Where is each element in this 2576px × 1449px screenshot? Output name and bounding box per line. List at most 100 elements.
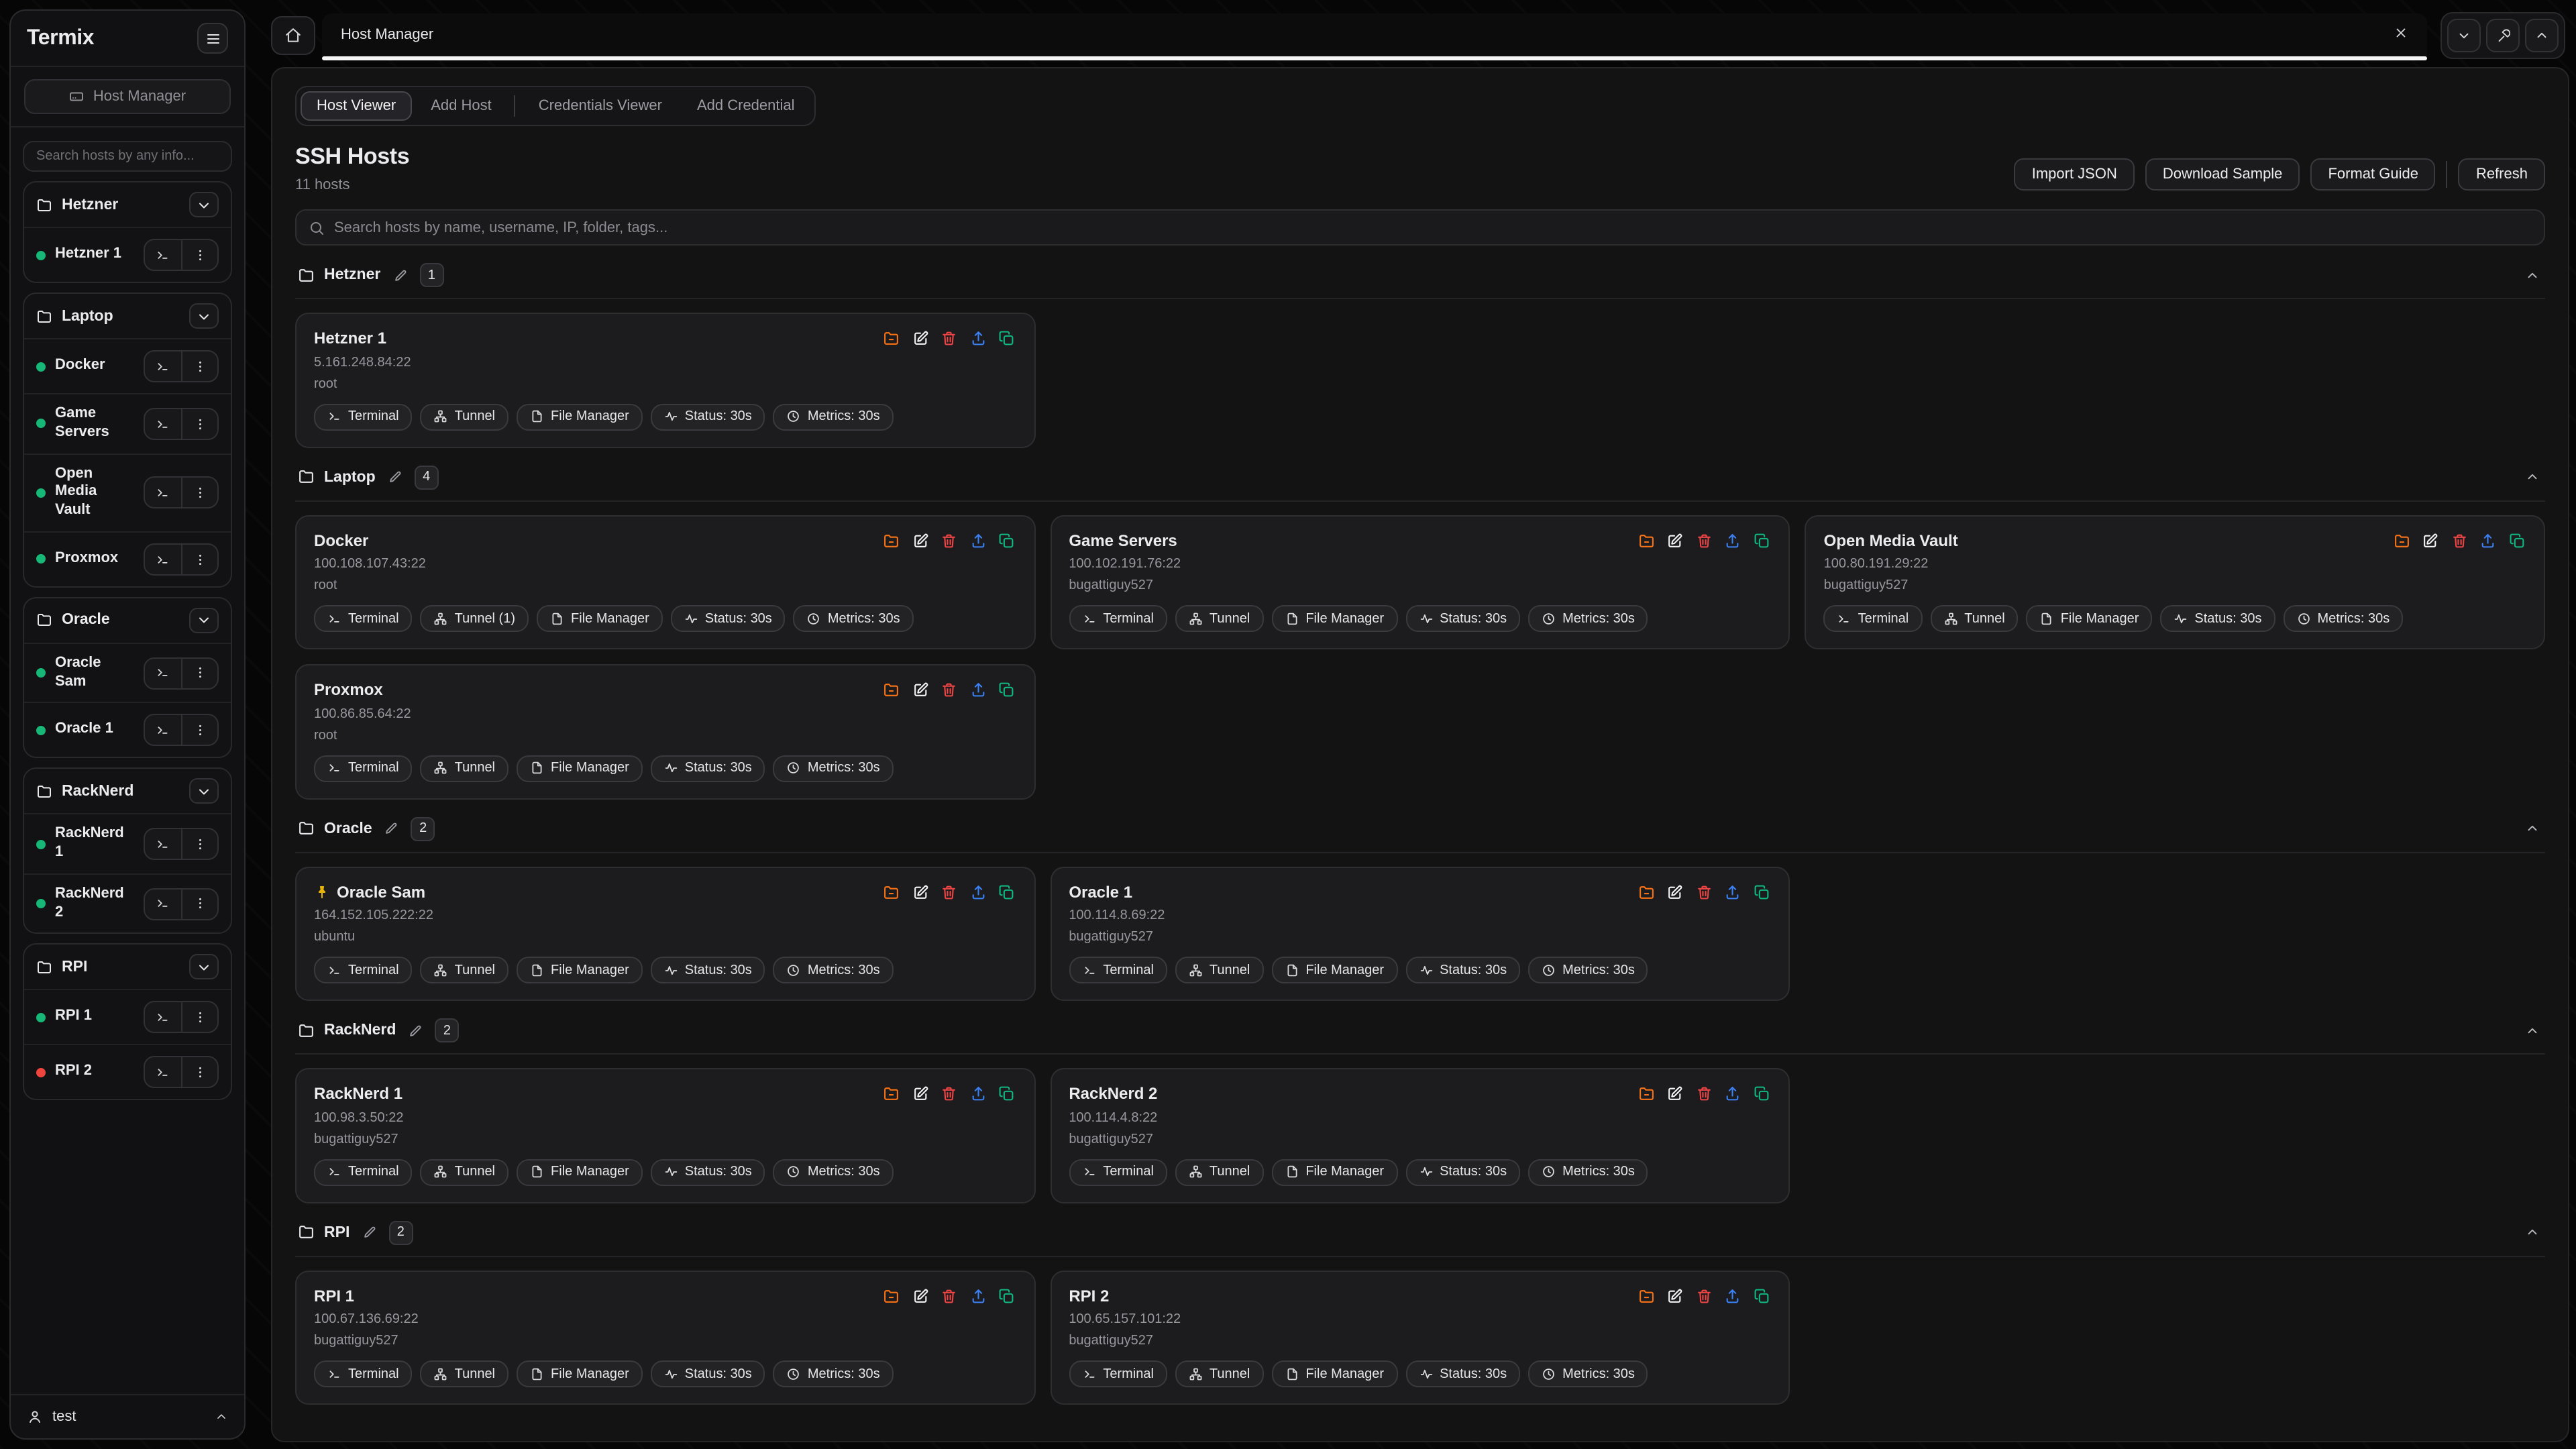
tab-credentials-viewer[interactable]: Credentials Viewer	[523, 91, 678, 121]
host-card-docker[interactable]: Docker 100.108.107.43:22 root TerminalTu…	[295, 515, 1035, 649]
close-tab-button[interactable]	[2388, 20, 2414, 50]
chip-terminal[interactable]: Terminal	[1069, 957, 1167, 983]
sidebar-host-proxmox[interactable]: Proxmox	[24, 531, 231, 586]
chip-terminal[interactable]: Terminal	[1069, 605, 1167, 632]
edit-host-button[interactable]	[910, 680, 930, 700]
chip-file[interactable]: File Manager	[2027, 605, 2153, 632]
remove-from-folder-button[interactable]	[1637, 1084, 1656, 1104]
host-menu-button[interactable]	[181, 545, 217, 574]
edit-host-button[interactable]	[910, 1286, 930, 1305]
folder-edit-button[interactable]	[359, 1222, 379, 1242]
host-menu-button[interactable]	[181, 658, 217, 688]
chip-file[interactable]: File Manager	[1271, 1159, 1397, 1185]
refresh-button[interactable]: Refresh	[2459, 158, 2545, 191]
chip-terminal[interactable]: Terminal	[314, 403, 413, 430]
export-host-button[interactable]	[1723, 1084, 1743, 1104]
host-terminal-button[interactable]	[145, 240, 181, 270]
chip-tunnel[interactable]: Tunnel	[421, 957, 508, 983]
chip-terminal[interactable]: Terminal	[314, 1360, 413, 1387]
hamburger-menu-button[interactable]	[197, 23, 228, 54]
group-collapse-button[interactable]	[189, 779, 219, 804]
chip-status[interactable]: Status: 30s	[1405, 1159, 1520, 1185]
chip-terminal[interactable]: Terminal	[314, 755, 413, 782]
edit-host-button[interactable]	[2420, 531, 2440, 550]
edit-host-button[interactable]	[1666, 1286, 1685, 1305]
delete-host-button[interactable]	[939, 680, 959, 700]
chip-metrics[interactable]: Metrics: 30s	[773, 957, 894, 983]
duplicate-host-button[interactable]	[1752, 882, 1772, 902]
host-card-hetzner-1[interactable]: Hetzner 1 5.161.248.84:22 root TerminalT…	[295, 313, 1035, 447]
host-menu-button[interactable]	[181, 240, 217, 270]
export-host-button[interactable]	[2478, 531, 2498, 550]
host-card-game-servers[interactable]: Game Servers 100.102.191.76:22 bugattigu…	[1050, 515, 1790, 649]
chip-file[interactable]: File Manager	[1271, 605, 1397, 632]
remove-from-folder-button[interactable]	[881, 680, 901, 700]
chip-status[interactable]: Status: 30s	[1405, 605, 1520, 632]
export-host-button[interactable]	[1723, 1286, 1743, 1305]
download-sample-button[interactable]: Download Sample	[2145, 158, 2300, 191]
chip-metrics[interactable]: Metrics: 30s	[773, 1159, 894, 1185]
chip-status[interactable]: Status: 30s	[651, 755, 765, 782]
chip-file[interactable]: File Manager	[517, 1159, 643, 1185]
group-collapse-button[interactable]	[189, 955, 219, 980]
chip-tunnel[interactable]: Tunnel	[1175, 957, 1263, 983]
chip-terminal[interactable]: Terminal	[1069, 1159, 1167, 1185]
delete-host-button[interactable]	[1695, 531, 1714, 550]
chip-metrics[interactable]: Metrics: 30s	[1528, 1159, 1648, 1185]
chip-status[interactable]: Status: 30s	[651, 1360, 765, 1387]
chip-file[interactable]: File Manager	[1271, 957, 1397, 983]
sidebar-host-docker[interactable]: Docker	[24, 338, 231, 393]
host-card-racknerd-2[interactable]: RackNerd 2 100.114.4.8:22 bugattiguy527 …	[1050, 1068, 1790, 1203]
chip-metrics[interactable]: Metrics: 30s	[773, 1360, 894, 1387]
host-card-proxmox[interactable]: Proxmox 100.86.85.64:22 root TerminalTun…	[295, 664, 1035, 799]
chip-metrics[interactable]: Metrics: 30s	[1528, 605, 1648, 632]
chip-tunnel[interactable]: Tunnel	[421, 403, 508, 430]
remove-from-folder-button[interactable]	[1637, 882, 1656, 902]
sidebar-group-header[interactable]: Hetzner	[24, 182, 231, 227]
folder-edit-button[interactable]	[382, 818, 402, 839]
chip-terminal[interactable]: Terminal	[314, 957, 413, 983]
folder-collapse-button[interactable]	[2522, 265, 2542, 285]
edit-host-button[interactable]	[1666, 882, 1685, 902]
chip-status[interactable]: Status: 30s	[651, 403, 765, 430]
host-menu-button[interactable]	[181, 409, 217, 439]
remove-from-folder-button[interactable]	[881, 882, 901, 902]
delete-host-button[interactable]	[939, 1286, 959, 1305]
sidebar-host-open-media-vault[interactable]: Open Media Vault	[24, 453, 231, 531]
chip-file[interactable]: File Manager	[517, 1360, 643, 1387]
sidebar-host-rpi-1[interactable]: RPI 1	[24, 989, 231, 1044]
chip-tunnel[interactable]: Tunnel	[1175, 1360, 1263, 1387]
host-terminal-button[interactable]	[145, 889, 181, 918]
duplicate-host-button[interactable]	[997, 680, 1016, 700]
chip-status[interactable]: Status: 30s	[1405, 957, 1520, 983]
host-terminal-button[interactable]	[145, 658, 181, 688]
chip-terminal[interactable]: Terminal	[314, 1159, 413, 1185]
sidebar-search-input[interactable]	[23, 141, 232, 172]
export-host-button[interactable]	[968, 329, 987, 348]
collapse-topbar-button[interactable]	[2525, 18, 2559, 52]
export-host-button[interactable]	[1723, 531, 1743, 550]
host-manager-nav-button[interactable]: Host Manager	[24, 79, 231, 114]
host-menu-button[interactable]	[181, 1058, 217, 1087]
host-terminal-button[interactable]	[145, 478, 181, 507]
export-host-button[interactable]	[968, 680, 987, 700]
active-window-tab[interactable]: Host Manager	[322, 13, 2427, 57]
chip-status[interactable]: Status: 30s	[671, 605, 786, 632]
chip-file[interactable]: File Manager	[517, 755, 643, 782]
chip-tunnel[interactable]: Tunnel	[421, 755, 508, 782]
sidebar-host-racknerd-1[interactable]: RackNerd 1	[24, 814, 231, 873]
folder-collapse-button[interactable]	[2522, 818, 2542, 839]
chip-status[interactable]: Status: 30s	[2160, 605, 2275, 632]
remove-from-folder-button[interactable]	[881, 329, 901, 348]
chip-metrics[interactable]: Metrics: 30s	[794, 605, 914, 632]
sidebar-host-oracle-1[interactable]: Oracle 1	[24, 702, 231, 757]
edit-host-button[interactable]	[910, 329, 930, 348]
export-host-button[interactable]	[1723, 882, 1743, 902]
export-host-button[interactable]	[968, 531, 987, 550]
host-terminal-button[interactable]	[145, 1003, 181, 1032]
sidebar-group-header[interactable]: RackNerd	[24, 769, 231, 814]
sidebar-group-header[interactable]: Laptop	[24, 294, 231, 338]
export-host-button[interactable]	[968, 882, 987, 902]
folder-collapse-button[interactable]	[2522, 1222, 2542, 1242]
host-terminal-button[interactable]	[145, 829, 181, 859]
